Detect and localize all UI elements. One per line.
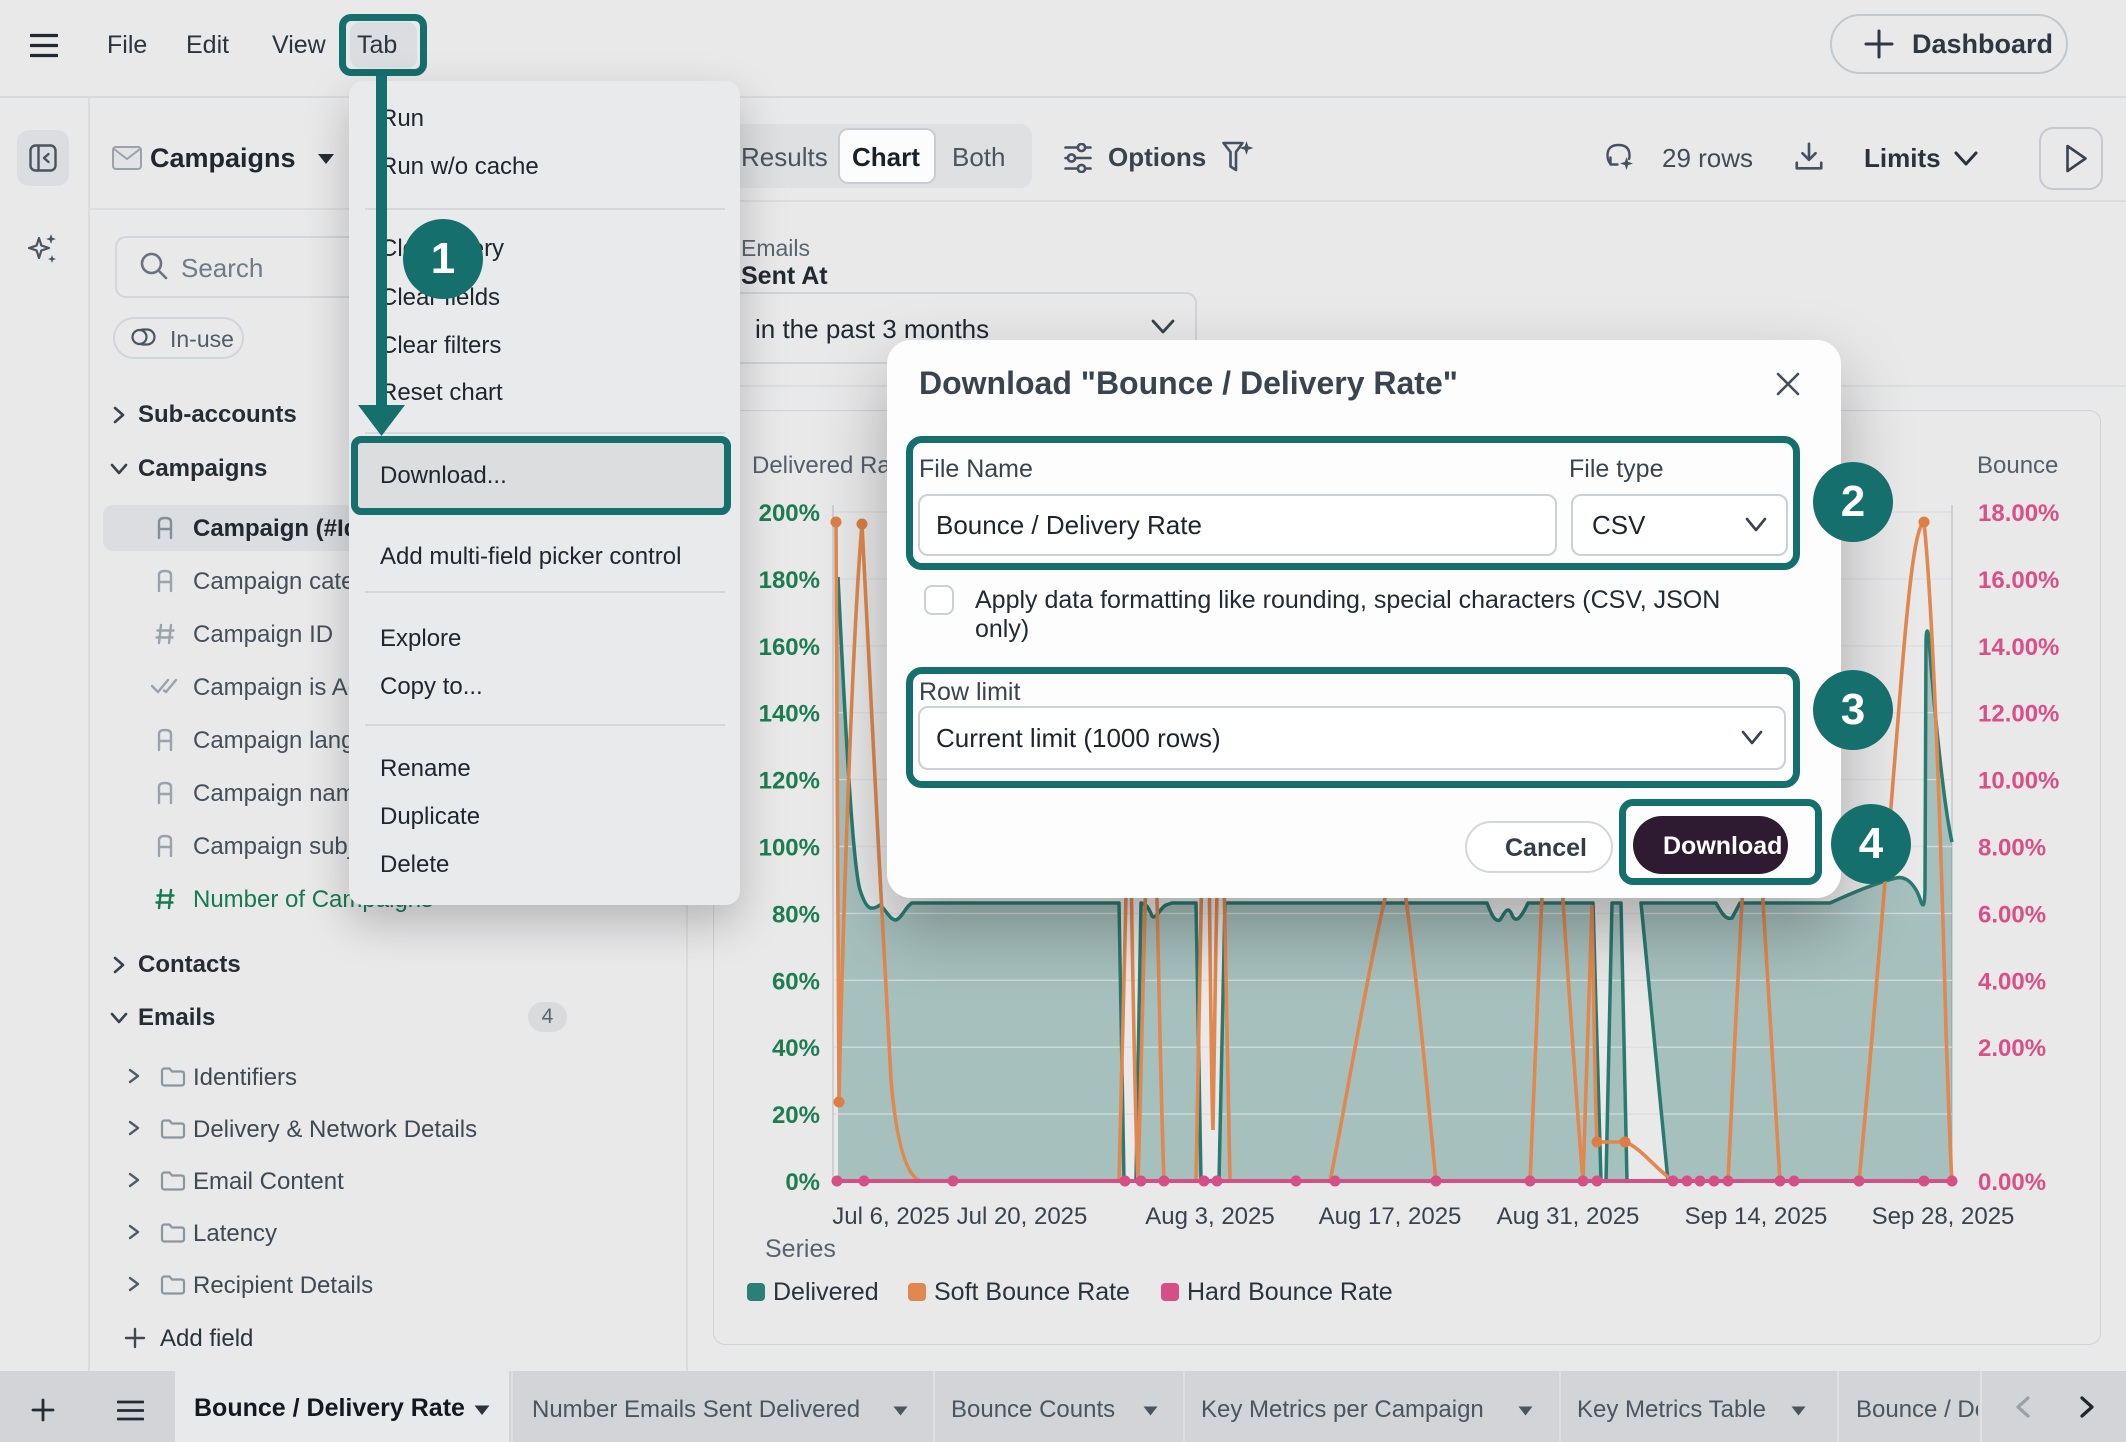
svg-text:Hard Bounce Rate: Hard Bounce Rate — [1187, 1278, 1393, 1306]
svg-text:Jul 20, 2025: Jul 20, 2025 — [957, 1203, 1088, 1230]
svg-text:120%: 120% — [759, 768, 820, 795]
svg-text:80%: 80% — [772, 901, 820, 928]
svg-text:10.00%: 10.00% — [1978, 768, 2059, 795]
svg-text:60%: 60% — [772, 968, 820, 995]
svg-text:Sep 14, 2025: Sep 14, 2025 — [1685, 1203, 1828, 1230]
svg-text:2.00%: 2.00% — [1978, 1035, 2046, 1062]
svg-text:Soft Bounce Rate: Soft Bounce Rate — [934, 1278, 1130, 1306]
svg-text:Sep 28, 2025: Sep 28, 2025 — [1872, 1203, 2015, 1230]
svg-text:Series: Series — [765, 1235, 836, 1263]
svg-text:Bounce: Bounce — [1977, 452, 2058, 479]
svg-text:Delivered: Delivered — [773, 1278, 879, 1306]
svg-text:8.00%: 8.00% — [1978, 835, 2046, 862]
svg-text:12.00%: 12.00% — [1978, 701, 2059, 728]
svg-text:Aug 3, 2025: Aug 3, 2025 — [1145, 1203, 1274, 1230]
svg-text:14.00%: 14.00% — [1978, 634, 2059, 661]
svg-text:200%: 200% — [759, 500, 820, 527]
svg-text:0%: 0% — [785, 1169, 820, 1196]
svg-text:Jul 6, 2025: Jul 6, 2025 — [832, 1203, 949, 1230]
svg-text:140%: 140% — [759, 701, 820, 728]
svg-text:180%: 180% — [759, 567, 820, 594]
svg-text:6.00%: 6.00% — [1978, 901, 2046, 928]
svg-text:Aug 31, 2025: Aug 31, 2025 — [1497, 1203, 1640, 1230]
svg-text:20%: 20% — [772, 1102, 820, 1129]
svg-text:Aug 17, 2025: Aug 17, 2025 — [1319, 1203, 1462, 1230]
svg-text:16.00%: 16.00% — [1978, 567, 2059, 594]
svg-text:100%: 100% — [759, 835, 820, 862]
svg-text:0.00%: 0.00% — [1978, 1169, 2046, 1196]
svg-text:40%: 40% — [772, 1035, 820, 1062]
svg-text:18.00%: 18.00% — [1978, 500, 2059, 527]
svg-text:4.00%: 4.00% — [1978, 968, 2046, 995]
svg-text:160%: 160% — [759, 634, 820, 661]
